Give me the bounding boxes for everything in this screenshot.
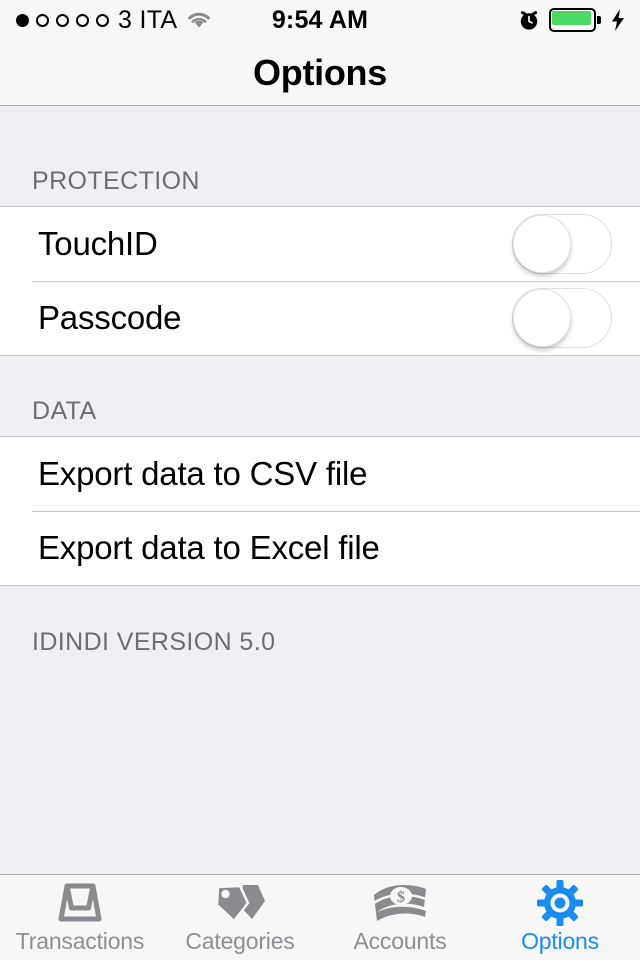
- banknotes-icon: $: [370, 881, 430, 925]
- clock-label: 9:54 AM: [271, 5, 369, 34]
- section-header-data: DATA: [32, 397, 97, 425]
- section-header-protection: PROTECTION: [32, 167, 200, 195]
- svg-text:$: $: [397, 889, 405, 906]
- inbox-tray-icon: [54, 881, 106, 925]
- settings-content: PROTECTION TouchID Passcode DATA Export …: [0, 107, 640, 874]
- touchid-toggle[interactable]: [512, 214, 612, 274]
- row-touchid[interactable]: TouchID: [0, 207, 640, 281]
- row-passcode[interactable]: Passcode: [0, 281, 640, 355]
- tab-accounts-label: Accounts: [353, 928, 447, 954]
- tab-bar: Transactions Categories $ Accounts Optio…: [0, 874, 640, 960]
- tab-options[interactable]: Options: [480, 875, 640, 960]
- row-touchid-label: TouchID: [38, 225, 158, 262]
- battery-cap: [597, 16, 601, 24]
- passcode-toggle-knob: [513, 289, 571, 347]
- alarm-clock-icon: [518, 9, 540, 31]
- tags-icon: [212, 881, 268, 925]
- row-export-excel-label: Export data to Excel file: [38, 529, 380, 566]
- battery-fill: [552, 11, 591, 25]
- tab-options-label: Options: [521, 928, 599, 954]
- status-bar: 3 ITA 9:54 AM: [0, 0, 640, 40]
- nav-bar: Options: [0, 40, 640, 106]
- battery-icon: [549, 8, 601, 32]
- tab-transactions[interactable]: Transactions: [0, 875, 160, 960]
- phone-screen: 3 ITA 9:54 AM Options PROTECTION TouchID…: [0, 0, 640, 960]
- row-export-csv-label: Export data to CSV file: [38, 455, 368, 492]
- tab-accounts[interactable]: $ Accounts: [320, 875, 480, 960]
- row-export-excel[interactable]: Export data to Excel file: [0, 511, 640, 585]
- lightning-bolt-icon: [610, 8, 626, 32]
- passcode-toggle[interactable]: [512, 288, 612, 348]
- page-title: Options: [253, 51, 387, 93]
- status-bar-right: [518, 0, 626, 40]
- touchid-toggle-knob: [513, 215, 571, 273]
- tab-transactions-label: Transactions: [15, 928, 145, 954]
- tab-categories-label: Categories: [185, 928, 295, 954]
- section-protection: TouchID Passcode: [0, 206, 640, 356]
- gear-icon: [536, 880, 584, 926]
- version-footer: IDINDI VERSION 5.0: [32, 628, 276, 656]
- section-data: Export data to CSV file Export data to E…: [0, 436, 640, 586]
- tab-categories[interactable]: Categories: [160, 875, 320, 960]
- row-passcode-label: Passcode: [38, 299, 182, 336]
- row-export-csv[interactable]: Export data to CSV file: [0, 437, 640, 511]
